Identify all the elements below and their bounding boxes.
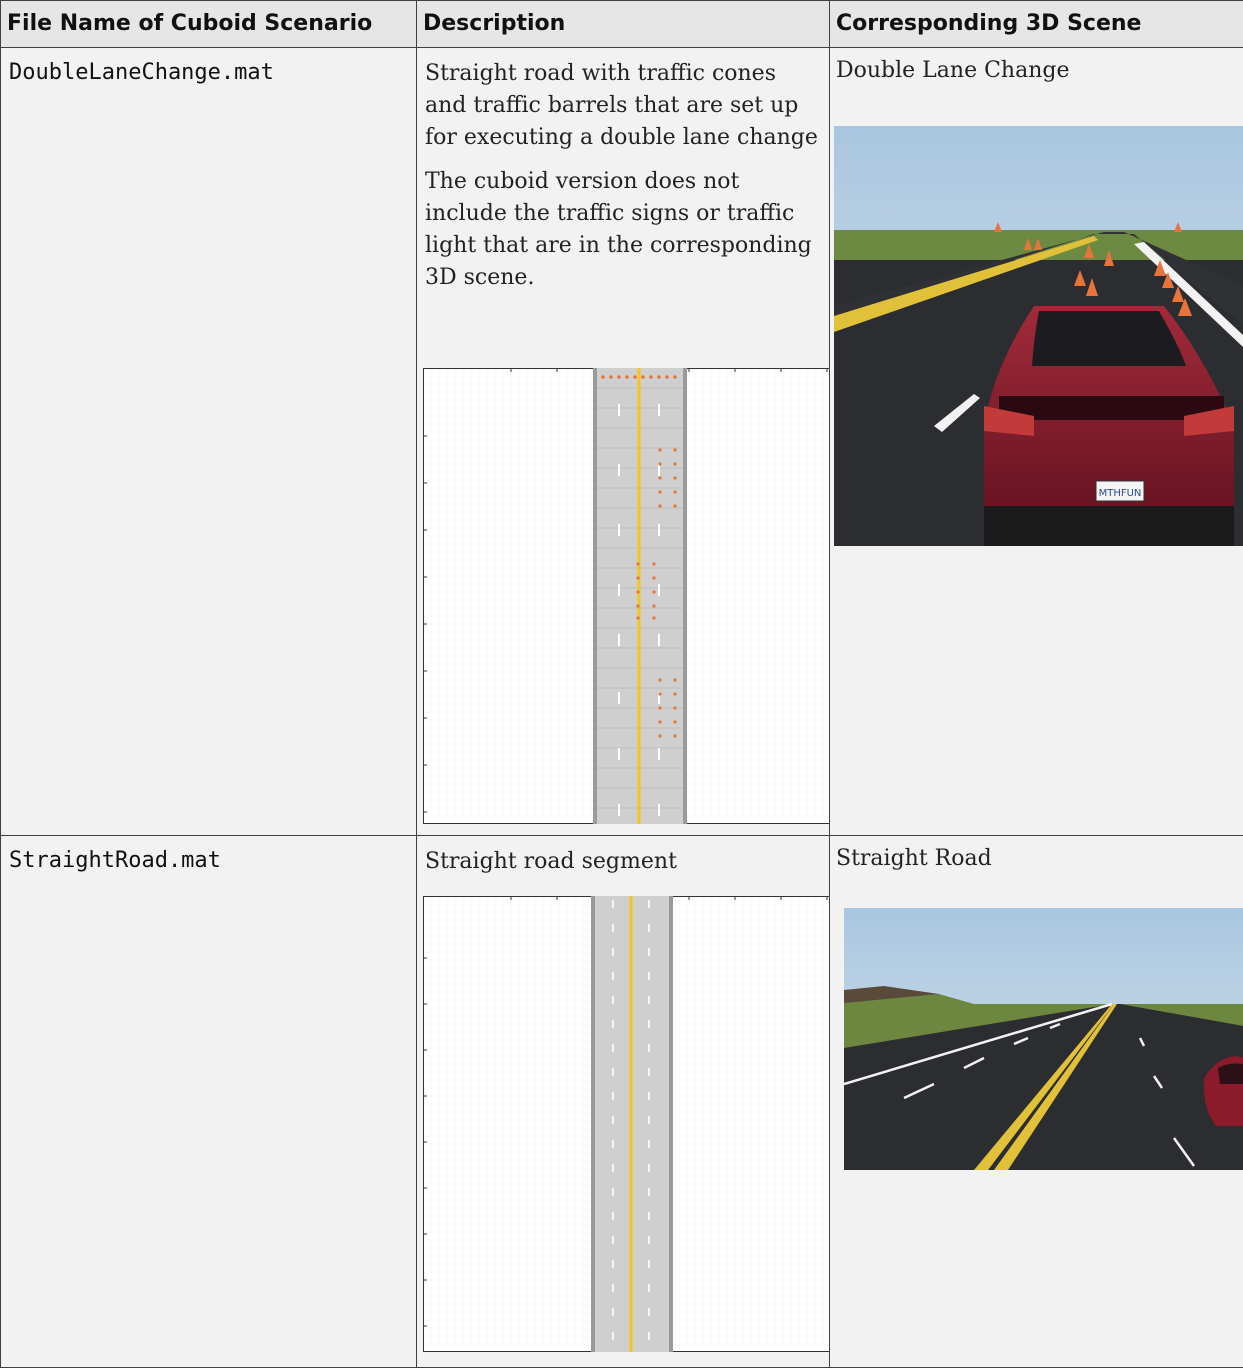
scene-cell: Double Lane Change MTHFUN [829, 47, 1243, 836]
scene-cell: Straight Road [829, 835, 1243, 1368]
description-cell: Straight road segment [416, 835, 830, 1368]
scene-label: Straight Road [836, 846, 992, 871]
header-3d-scene: Corresponding 3D Scene [829, 0, 1243, 48]
header-row: File Name of Cuboid Scenario Description… [0, 0, 1243, 48]
straight-road-3d-scene [844, 908, 1243, 1170]
header-description: Description [416, 0, 830, 48]
table-row: DoubleLaneChange.mat Straight road with … [0, 47, 1243, 836]
file-name: StraightRoad.mat [9, 848, 221, 873]
scene-label: Double Lane Change [836, 58, 1070, 83]
table-row: StraightRoad.mat Straight road segment S… [0, 835, 1243, 1368]
double-lane-change-3d-scene: MTHFUN [834, 126, 1243, 546]
file-name-cell: StraightRoad.mat [0, 835, 417, 1368]
description-cell: Straight road with traffic cones and tra… [416, 47, 830, 836]
scenario-table: File Name of Cuboid Scenario Description… [0, 0, 1243, 1368]
file-name-cell: DoubleLaneChange.mat [0, 47, 417, 836]
file-name: DoubleLaneChange.mat [9, 60, 274, 85]
description-text: Straight road segment [425, 849, 677, 874]
description-note: The cuboid version does not include the … [425, 169, 812, 290]
cuboid-scenario-plot [423, 896, 829, 1352]
header-file-name: File Name of Cuboid Scenario [0, 0, 417, 48]
cuboid-scenario-plot [423, 368, 829, 824]
description-text: Straight road with traffic cones and tra… [425, 61, 818, 150]
license-plate: MTHFUN [1099, 488, 1142, 499]
